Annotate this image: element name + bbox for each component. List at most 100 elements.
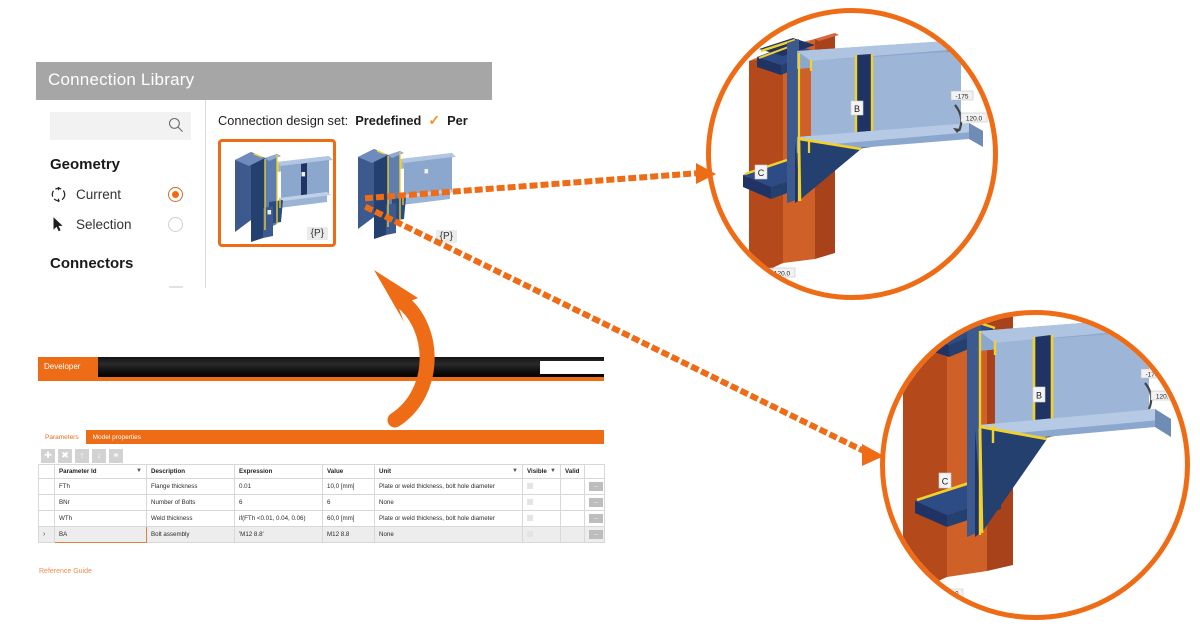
thumbnail-badge-2: {P} [435,230,457,243]
cell-value[interactable]: M12 8.8 [322,526,375,543]
magnified-model-top: B C -175 120.0 120.0 [743,33,988,282]
connection-thumbnail-list: {P} {P} [218,139,492,247]
cell-actions[interactable]: ... [584,510,605,527]
cell-unit[interactable]: Plate or weld thickness, bolt hole diame… [374,510,523,527]
col-valid[interactable]: Valid [560,464,585,479]
filter-icon[interactable]: ▼ [512,468,518,474]
ribbon-background [38,357,604,377]
library-content: Connection design set: Predefined ✓ Per [206,100,492,288]
row-options-button[interactable]: ... [589,530,603,539]
col-value[interactable]: Value [322,464,375,479]
col-unit[interactable]: Unit ▼ [374,464,523,479]
cell-expression[interactable]: 6 [234,494,323,511]
filter-icon[interactable]: ▼ [550,468,556,474]
visible-checkbox[interactable] [527,530,533,537]
visible-checkbox[interactable] [527,498,533,505]
tab-model-properties[interactable]: Model properties [86,430,148,444]
page-title: Connection Library [48,70,195,89]
table-row[interactable]: BNr Number of Bolts 6 6 None ... [38,494,605,511]
section-heading-geometry: Geometry [50,156,121,173]
connection-design-set-row: Connection design set: Predefined ✓ Per [218,112,492,129]
cell-actions[interactable]: ... [584,494,605,511]
col-expression[interactable]: Expression [234,464,323,479]
cell-expression[interactable]: if(FTh <0.01, 0.04, 0.06) [234,510,323,527]
tab-parameters[interactable]: Parameters [38,430,86,444]
table-row[interactable]: FTh Flange thickness 0.01 10,0 [mm] Plat… [38,478,605,495]
move-down-button[interactable]: ↓ [92,448,106,463]
row-marker [38,494,55,511]
member-label-c: C [942,477,949,487]
ribbon-input-box[interactable] [540,361,604,374]
curved-arrow-up [374,270,435,428]
table-row[interactable]: WTh Weld thickness if(FTh <0.01, 0.04, 0… [38,510,605,527]
checkbox-bolt[interactable] [169,286,183,288]
cell-unit[interactable]: None [374,526,523,543]
design-set-option-personal[interactable]: Per [447,113,468,128]
cell-expression[interactable]: 0.01 [234,478,323,495]
member-label-b: B [854,104,860,114]
cell-description[interactable]: Weld thickness [146,510,235,527]
cell-description[interactable]: Number of Bolts [146,494,235,511]
member-label-c: C [758,168,765,178]
connection-thumbnail-2[interactable]: {P} [344,139,462,247]
cell-visible[interactable] [522,526,561,543]
option-row-selection[interactable]: Selection [36,209,205,239]
cell-visible[interactable] [522,510,561,527]
col-parameter-id[interactable]: Parameter Id ▼ [54,464,147,479]
dialog-title-bar: Connection Library [36,62,492,100]
design-set-option-predefined[interactable]: Predefined [355,113,421,128]
option-row-bolt[interactable]: Bolt [36,278,205,288]
connection-thumbnail-1[interactable]: {P} [218,139,336,247]
radio-current[interactable] [168,186,183,202]
cell-value[interactable]: 6 [322,494,375,511]
cell-valid [560,478,585,495]
visible-checkbox[interactable] [527,482,533,489]
cell-actions[interactable]: ... [584,526,605,543]
svg-text:120.0: 120.0 [774,271,791,278]
radio-selection[interactable] [168,216,183,232]
table-body: FTh Flange thickness 0.01 10,0 [mm] Plat… [38,478,605,543]
visible-checkbox[interactable] [527,514,533,521]
cell-unit[interactable]: None [374,494,523,511]
dimension-annotation-bottom: 120.0 [756,267,796,282]
ribbon-accent-line [38,377,604,381]
cell-description[interactable]: Bolt assembly [146,526,235,543]
search-input[interactable] [50,112,191,140]
table-row[interactable]: › BA Bolt assembly 'M12 8.8' M12 8.8 Non… [38,526,605,543]
cell-expression[interactable]: 'M12 8.8' [234,526,323,543]
cell-parameter-id[interactable]: BNr [54,494,147,511]
parameters-toolbar: ✚ ✖ ↑ ↓ ⚭ [38,444,604,464]
cursor-arrow-icon [50,216,76,233]
row-options-button[interactable]: ... [589,498,603,507]
cell-actions[interactable]: ... [584,478,605,495]
developer-ribbon-strip: Developer [38,352,604,382]
filter-icon[interactable]: ▼ [136,468,142,474]
col-visible[interactable]: Visible ▼ [522,464,561,479]
cell-unit[interactable]: Plate or weld thickness, bolt hole diame… [374,478,523,495]
ribbon-tab-developer[interactable]: Developer [38,357,98,377]
cell-description[interactable]: Flange thickness [146,478,235,495]
row-options-button[interactable]: ... [589,482,603,491]
parameters-table: Parameter Id ▼ Description Expression Val… [38,464,605,543]
move-up-button[interactable]: ↑ [75,448,89,463]
link-parameter-button[interactable]: ⚭ [109,448,123,463]
table-header-row: Parameter Id ▼ Description Expression Val… [38,464,605,479]
delete-parameter-button[interactable]: ✖ [58,448,72,463]
cell-value[interactable]: 60,0 [mm] [322,510,375,527]
check-icon: ✓ [428,112,441,128]
cell-visible[interactable] [522,494,561,511]
reference-guide-link[interactable]: Reference Guide [39,568,92,575]
col-description[interactable]: Description [146,464,235,479]
option-label-selection: Selection [76,216,132,232]
cell-parameter-id[interactable]: BA [54,526,147,543]
section-heading-connectors: Connectors [50,255,134,272]
bolt-icon [50,285,76,288]
cell-parameter-id[interactable]: WTh [54,510,147,527]
add-parameter-button[interactable]: ✚ [41,448,55,463]
cell-parameter-id[interactable]: FTh [54,478,147,495]
cell-visible[interactable] [522,478,561,495]
option-row-current[interactable]: Current [36,179,205,209]
svg-text:120.0: 120.0 [966,116,983,123]
cell-value[interactable]: 10,0 [mm] [322,478,375,495]
row-options-button[interactable]: ... [589,514,603,523]
